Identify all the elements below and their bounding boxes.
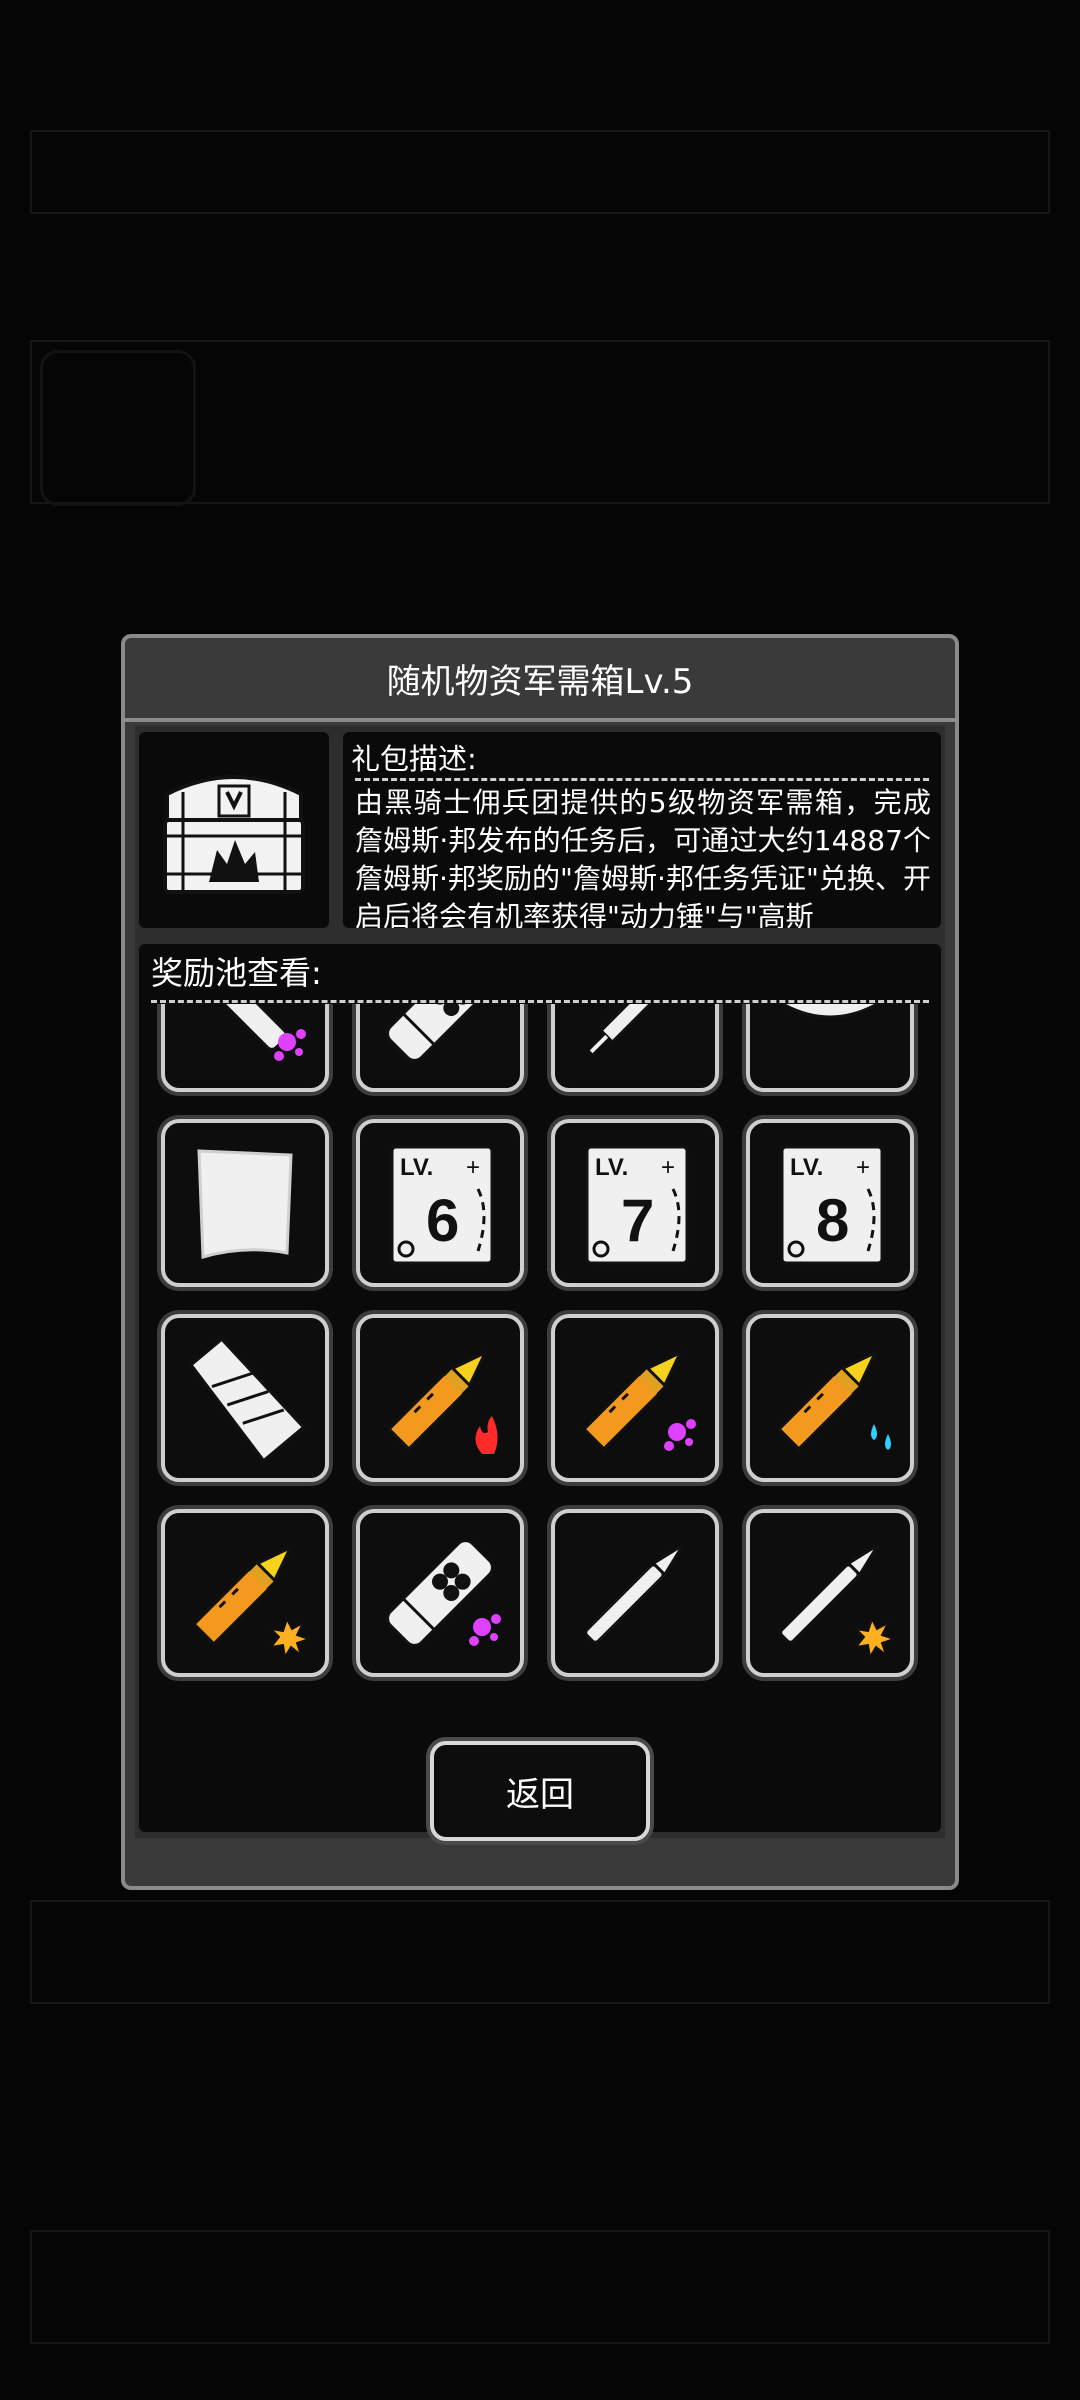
supply-crate-icon — [163, 775, 305, 894]
svg-text:LV.: LV. — [790, 1154, 823, 1181]
magazine-clip-icon — [189, 1337, 306, 1463]
reward-slot[interactable] — [746, 1004, 914, 1092]
rifle-bullet-explosive-icon — [779, 1543, 898, 1660]
dialog-body: 礼包描述: 由黑骑士佣兵团提供的5级物资军需箱，完成詹姆斯·邦发布的任务后，可通… — [135, 726, 945, 1838]
bandage-roll-icon — [779, 1004, 881, 1019]
grenade-tube-icon — [386, 1004, 494, 1062]
divider — [355, 778, 929, 781]
reward-pool-panel[interactable]: 奖励池查看: LV. + 6 LV. + 7 LV. + 8 — [139, 944, 941, 1832]
dialog-footer: 返回 — [125, 1706, 955, 1886]
shell-fire-icon — [386, 1349, 498, 1454]
svg-text:+: + — [466, 1154, 480, 1181]
reward-slot[interactable] — [551, 1509, 719, 1677]
cloth-sheet-icon — [197, 1149, 293, 1259]
shell-water-icon — [776, 1349, 891, 1452]
reward-slot[interactable] — [356, 1314, 524, 1482]
crate-dialog: 随机物资军需箱Lv.5 礼包描述: 由黑骑士佣兵团提供的5级物资军需箱，完成詹姆… — [121, 634, 959, 1890]
shell-explosive-icon — [191, 1544, 313, 1660]
svg-text:+: + — [856, 1154, 870, 1181]
rifle-bullet-icon — [584, 1543, 685, 1644]
skill-book-lv6-icon: LV. + 6 — [390, 1145, 494, 1265]
dialog-title: 随机物资军需箱Lv.5 — [125, 638, 955, 722]
reward-slot[interactable]: LV. + 8 — [746, 1119, 914, 1287]
svg-text:+: + — [661, 1154, 675, 1181]
svg-text:LV.: LV. — [595, 1154, 628, 1181]
svg-text:8: 8 — [816, 1187, 849, 1254]
reward-pool-label: 奖励池查看: — [151, 954, 322, 992]
reward-slot[interactable] — [161, 1509, 329, 1677]
reward-slot[interactable]: LV. + 7 — [551, 1119, 719, 1287]
reward-slot[interactable]: LV. + 6 — [356, 1119, 524, 1287]
reward-slot[interactable] — [161, 1314, 329, 1482]
reward-slot[interactable] — [356, 1004, 524, 1092]
description-label: 礼包描述: — [351, 742, 477, 776]
reward-slot[interactable] — [551, 1004, 719, 1092]
skill-book-lv8-icon: LV. + 8 — [780, 1145, 884, 1265]
svg-text:LV.: LV. — [400, 1154, 433, 1181]
bullet-purple-splash-icon — [216, 1004, 306, 1061]
skill-book-lv7-icon: LV. + 7 — [585, 1145, 689, 1265]
divider — [151, 1000, 929, 1003]
reward-slot[interactable] — [746, 1509, 914, 1677]
reward-slot[interactable] — [161, 1119, 329, 1287]
description-text: 由黑骑士佣兵团提供的5级物资军需箱，完成詹姆斯·邦发布的任务后，可通过大约148… — [355, 786, 931, 928]
reward-slot[interactable] — [551, 1314, 719, 1482]
svg-text:6: 6 — [426, 1187, 459, 1254]
reward-slot[interactable] — [746, 1314, 914, 1482]
grenade-purple-icon — [386, 1539, 501, 1647]
crate-image — [139, 732, 329, 928]
description-panel[interactable]: 礼包描述: 由黑骑士佣兵团提供的5级物资军需箱，完成詹姆斯·邦发布的任务后，可通… — [343, 732, 941, 928]
syringe-icon — [589, 1004, 686, 1054]
shell-purple-icon — [581, 1349, 696, 1452]
reward-slot[interactable] — [356, 1509, 524, 1677]
reward-slot[interactable] — [161, 1004, 329, 1092]
back-button[interactable]: 返回 — [430, 1741, 650, 1841]
svg-text:7: 7 — [621, 1187, 654, 1254]
description-row: 礼包描述: 由黑骑士佣兵团提供的5级物资军需箱，完成詹姆斯·邦发布的任务后，可通… — [135, 726, 945, 928]
